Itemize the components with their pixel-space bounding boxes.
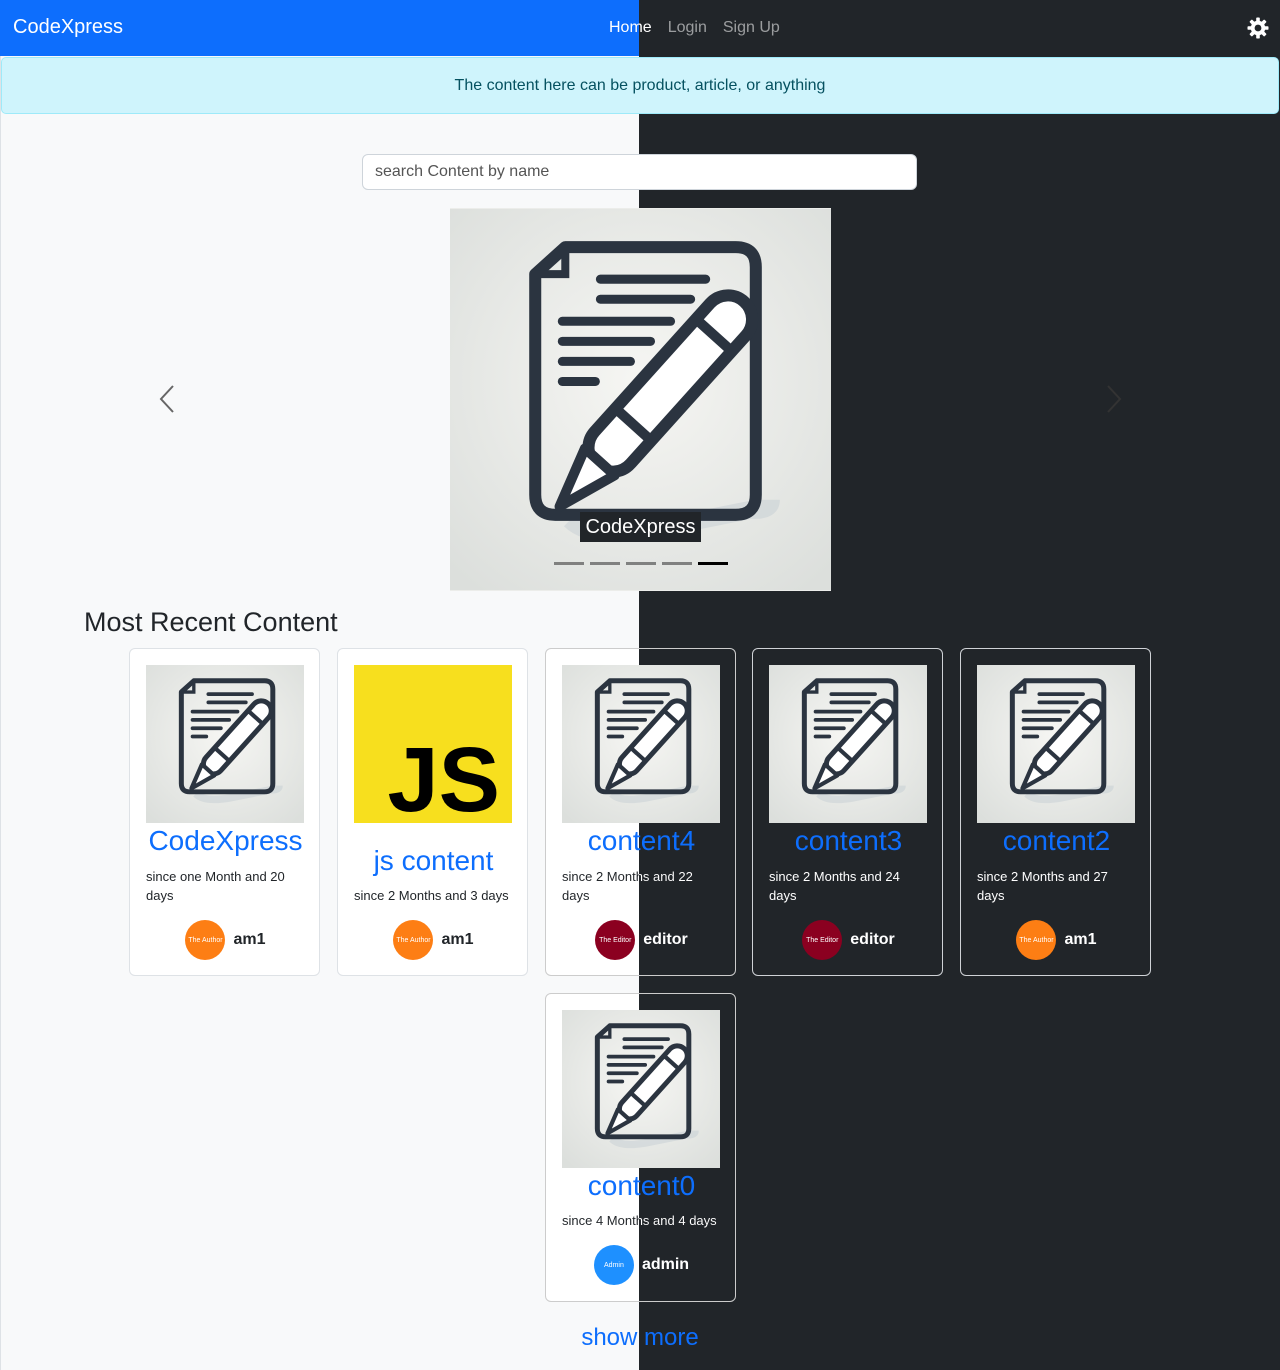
content-card[interactable]: JS js content since 2 Months and 3 days … — [337, 648, 528, 976]
nav-login-link[interactable]: Login — [668, 19, 707, 37]
carousel-next-chevron-icon[interactable] — [1104, 383, 1124, 415]
card-date: since 2 Months and 24 days — [769, 869, 900, 903]
card-author: The Author am1 — [338, 920, 527, 960]
card-thumbnail-doc-pen-icon — [562, 1010, 720, 1168]
content-card[interactable]: content2 since 2 Months and 27 days The … — [960, 648, 1151, 976]
carousel-caption: CodeXpress — [580, 512, 701, 542]
carousel-indicator[interactable] — [590, 562, 620, 565]
carousel-prev-chevron-icon[interactable] — [157, 383, 177, 415]
card-author: The Editor editor — [546, 920, 735, 960]
card-date: since 2 Months and 3 days — [354, 888, 509, 903]
author-name: am1 — [233, 931, 266, 948]
carousel-indicator[interactable] — [626, 562, 656, 565]
card-thumbnail-doc-pen-icon — [977, 665, 1135, 823]
info-alert: The content here can be product, article… — [1, 57, 1279, 114]
author-name: editor — [643, 931, 688, 948]
card-thumbnail-doc-pen-icon — [769, 665, 927, 823]
avatar: The Author — [393, 920, 434, 960]
card-thumbnail-js-logo: JS — [354, 665, 512, 823]
card-date: since 4 Months and 4 days — [562, 1211, 722, 1230]
card-author: The Editor editor — [753, 920, 942, 960]
carousel-indicator-active[interactable] — [698, 562, 728, 565]
content-card[interactable]: content4 since 2 Months and 22 days The … — [545, 648, 736, 976]
show-more-link[interactable]: show more — [0, 1324, 1280, 1352]
card-title-link[interactable]: CodeXpress — [130, 825, 319, 857]
hero-carousel: CodeXpress — [450, 208, 831, 591]
nav-signup-link[interactable]: Sign Up — [723, 19, 780, 37]
card-title-link[interactable]: content3 — [753, 825, 942, 857]
nav-links: Home Login Sign Up — [609, 19, 780, 37]
alert-text: The content here can be product, article… — [454, 76, 826, 94]
theme-toggle-gear-icon[interactable] — [1246, 16, 1270, 40]
carousel-indicator[interactable] — [554, 562, 584, 565]
author-name: am1 — [441, 931, 474, 948]
search-input[interactable] — [362, 154, 917, 190]
card-title-link[interactable]: content0 — [546, 1170, 735, 1202]
card-date: since 2 Months and 22 days — [562, 867, 722, 905]
content-card[interactable]: content0 since 4 Months and 4 days Admin… — [545, 993, 736, 1302]
card-author: Admin admin — [546, 1245, 735, 1285]
card-title-link[interactable]: js content — [338, 845, 527, 877]
card-title-link[interactable]: content4 — [546, 825, 735, 857]
author-name: editor — [850, 931, 895, 948]
carousel-indicators — [554, 562, 728, 565]
carousel-indicator[interactable] — [662, 562, 692, 565]
nav-home-link[interactable]: Home — [609, 19, 652, 37]
card-date: since one Month and 20 days — [146, 869, 285, 903]
card-thumbnail-doc-pen-icon — [146, 665, 304, 823]
avatar: The Editor — [595, 920, 636, 960]
author-name: admin — [641, 1256, 690, 1273]
content-card[interactable]: CodeXpress since one Month and 20 days T… — [129, 648, 320, 976]
avatar: The Author — [185, 920, 226, 960]
section-title: Most Recent Content — [84, 607, 338, 637]
page-left-border — [0, 0, 1, 1370]
card-title-link[interactable]: content2 — [961, 825, 1150, 857]
navbar: CodeXpress Home Login Sign Up — [0, 0, 1280, 56]
card-date: since 2 Months and 27 days — [977, 869, 1108, 903]
card-author: The Author am1 — [961, 920, 1150, 960]
js-logo-text: JS — [387, 729, 500, 823]
card-author: The Author am1 — [130, 920, 319, 960]
author-name: am1 — [1064, 931, 1097, 948]
avatar: The Author — [1016, 920, 1057, 960]
avatar: Admin — [593, 1245, 634, 1285]
brand-link[interactable]: CodeXpress — [13, 16, 123, 39]
avatar: The Editor — [802, 920, 843, 960]
content-card[interactable]: content3 since 2 Months and 24 days The … — [752, 648, 943, 976]
card-thumbnail-doc-pen-icon — [562, 665, 720, 823]
